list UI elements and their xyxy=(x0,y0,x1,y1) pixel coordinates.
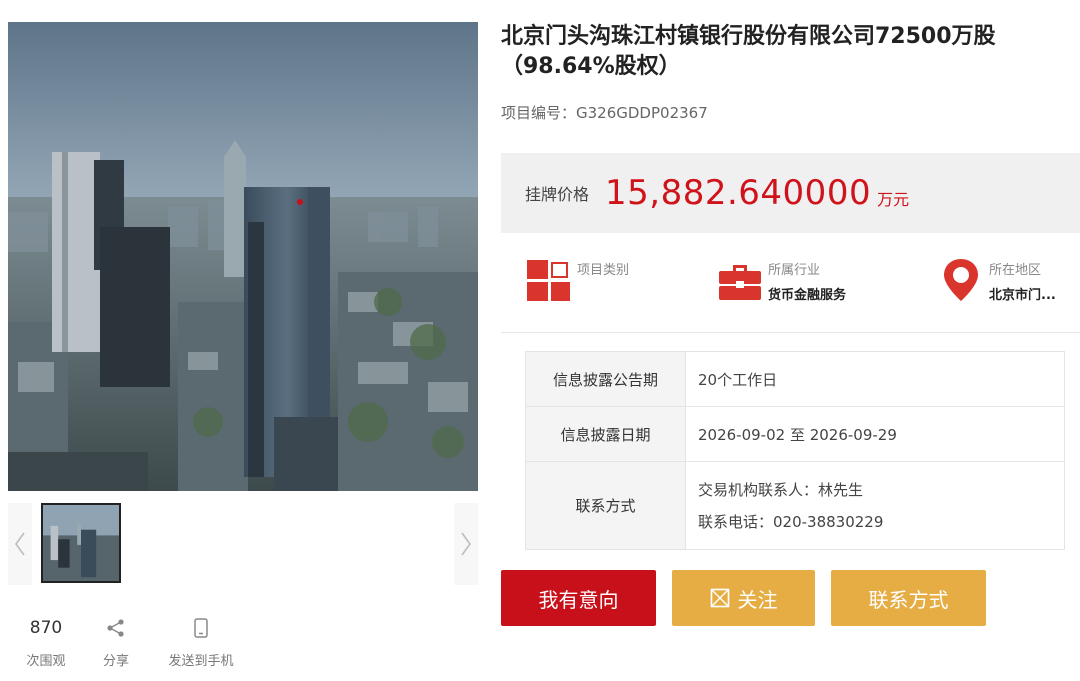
follow-label: 关注 xyxy=(737,587,778,612)
gallery-thumbnail[interactable] xyxy=(41,503,121,583)
share-button[interactable]: 分享 xyxy=(96,612,136,669)
contact-phone: 联系电话：020-38830229 xyxy=(698,512,884,531)
location-pin-icon xyxy=(944,259,978,301)
share-label: 分享 xyxy=(102,654,129,669)
city-skyline-thumbnail xyxy=(43,505,119,581)
views-count: 870 xyxy=(29,618,63,638)
listing-title: 北京门头沟珠江村镇银行股份有限公司72500万股（98.64%股权） xyxy=(501,24,996,79)
follow-button[interactable]: 关注 xyxy=(672,570,815,626)
contact-info: 交易机构联系人：林先生 联系电话：020-38830229 xyxy=(685,461,1065,550)
attribute-label: 所在地区 xyxy=(989,263,1042,278)
info-key: 信息披露公告期 xyxy=(525,351,686,407)
gallery-prev-button[interactable] xyxy=(8,503,32,585)
info-value: 20个工作日 xyxy=(685,351,1065,407)
divider xyxy=(501,332,1080,333)
send-to-phone-button[interactable]: 发送到手机 xyxy=(163,612,239,669)
table-row: 信息披露公告期 20个工作日 xyxy=(525,351,1065,407)
main-photo xyxy=(8,22,478,491)
attribute-label: 项目类别 xyxy=(577,263,630,278)
send-to-phone-label: 发送到手机 xyxy=(168,654,234,669)
price-value: 15,882.640000 xyxy=(605,173,872,213)
grid-icon xyxy=(527,260,570,301)
attribute-value: 北京市门... xyxy=(989,288,1056,303)
price-label: 挂牌价格 xyxy=(525,185,590,204)
chevron-right-icon xyxy=(461,532,471,556)
attribute-value: 货币金融服务 xyxy=(768,288,847,303)
mobile-phone-icon xyxy=(194,618,208,638)
info-table: 信息披露公告期 20个工作日 信息披露日期 2026-09-02 至 2026-… xyxy=(525,351,1065,550)
city-skyline-photo xyxy=(8,22,478,491)
table-row: 信息披露日期 2026-09-02 至 2026-09-29 xyxy=(525,406,1065,462)
attribute-region: 所在地区 北京市门... xyxy=(937,255,1056,303)
info-key: 联系方式 xyxy=(525,461,686,550)
contact-button[interactable]: 联系方式 xyxy=(831,570,986,626)
price-unit: 万元 xyxy=(877,190,910,209)
views-stat: 870 次围观 xyxy=(20,612,72,669)
attribute-industry: 所属行业 货币金融服务 xyxy=(716,255,846,303)
briefcase-icon xyxy=(719,265,761,300)
info-key: 信息披露日期 xyxy=(525,406,686,462)
share-icon xyxy=(107,619,124,637)
project-number: 项目编号：G326GDDP02367 xyxy=(501,104,708,122)
chevron-left-icon xyxy=(15,532,25,556)
table-row: 联系方式 交易机构联系人：林先生 联系电话：020-38830229 xyxy=(525,461,1065,550)
price-box: 挂牌价格 15,882.640000 万元 xyxy=(501,153,1080,233)
attribute-project-type: 项目类别 xyxy=(525,255,629,303)
info-value: 2026-09-02 至 2026-09-29 xyxy=(685,406,1065,462)
contact-person: 交易机构联系人：林先生 xyxy=(698,480,864,499)
views-label: 次围观 xyxy=(26,654,66,669)
gallery-next-button[interactable] xyxy=(454,503,478,585)
attribute-label: 所属行业 xyxy=(768,263,821,278)
intent-button[interactable]: 我有意向 xyxy=(501,570,656,626)
checkbox-icon xyxy=(710,588,729,608)
